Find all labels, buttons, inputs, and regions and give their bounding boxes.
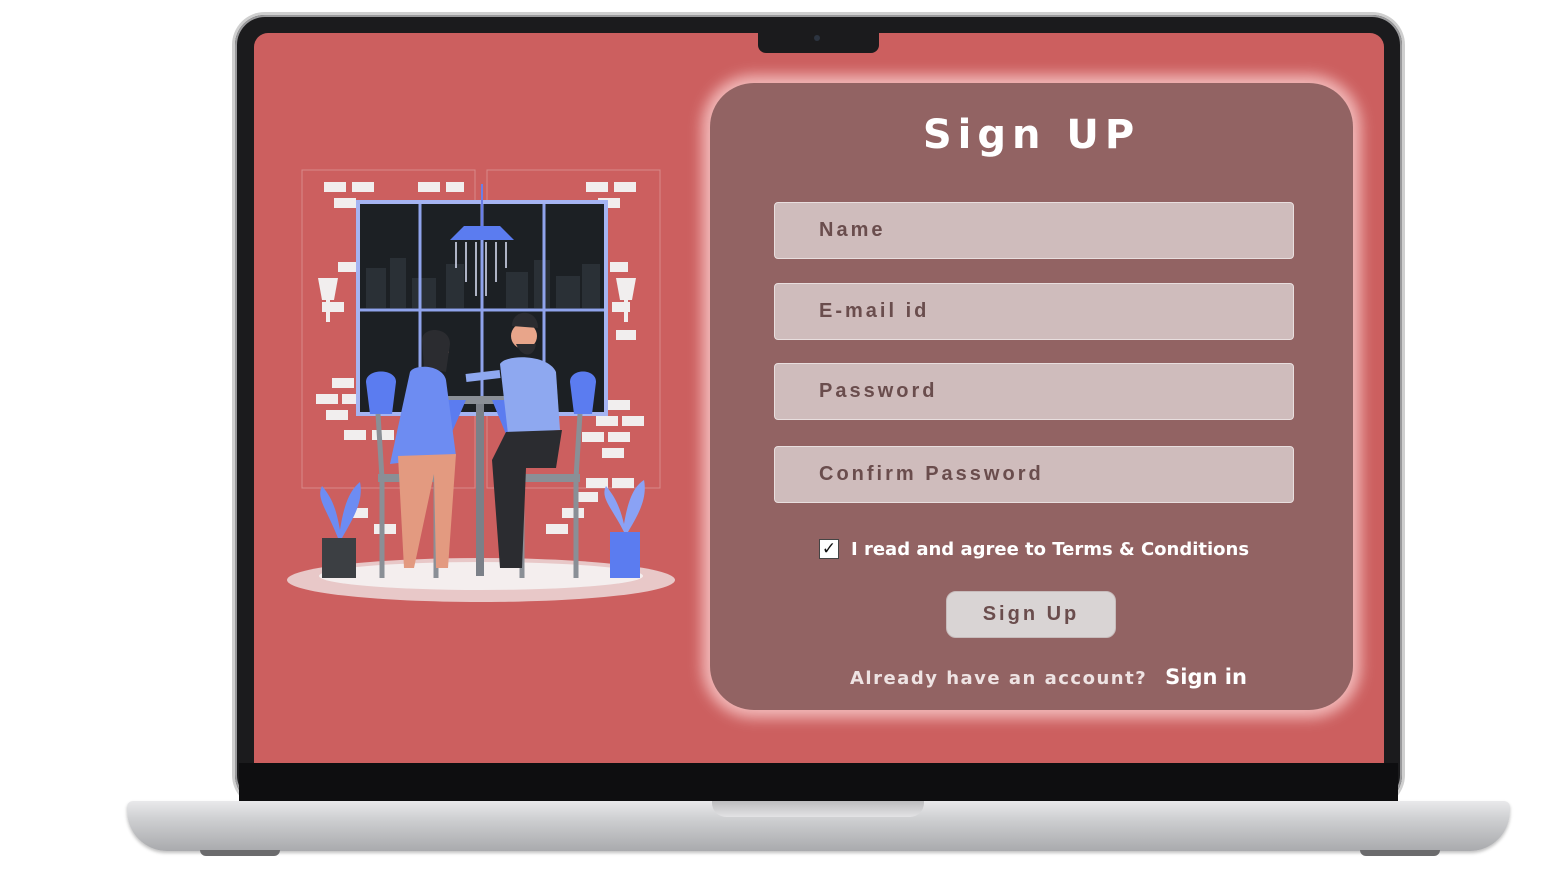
laptop-foot-left [200, 850, 280, 856]
name-input[interactable] [774, 202, 1294, 259]
page-title: Sign UP [922, 112, 1141, 158]
screen-bottom-bezel [239, 763, 1398, 801]
sign-in-link[interactable]: Sign in [1165, 665, 1247, 689]
signup-card: Sign UP ✓ I read and agree to Terms & Co… [710, 83, 1353, 710]
already-have-account-text: Already have an account? [850, 668, 1148, 689]
terms-label: I read and agree to Terms & Conditions [851, 538, 1250, 560]
webcam-icon [814, 35, 820, 41]
laptop-base-notch [712, 801, 924, 817]
signin-prompt: Already have an account? Sign in [850, 665, 1247, 689]
confirm-password-input[interactable] [774, 446, 1294, 503]
terms-checkbox[interactable]: ✓ [819, 539, 839, 559]
couple-dinner-illustration [287, 169, 675, 602]
camera-notch [758, 33, 879, 53]
password-input[interactable] [774, 363, 1294, 420]
laptop-foot-right [1360, 850, 1440, 856]
sign-up-button[interactable]: Sign Up [946, 591, 1116, 638]
check-icon: ✓ [821, 538, 837, 559]
terms-row: ✓ I read and agree to Terms & Conditions [819, 537, 1249, 561]
email-input[interactable] [774, 283, 1294, 340]
